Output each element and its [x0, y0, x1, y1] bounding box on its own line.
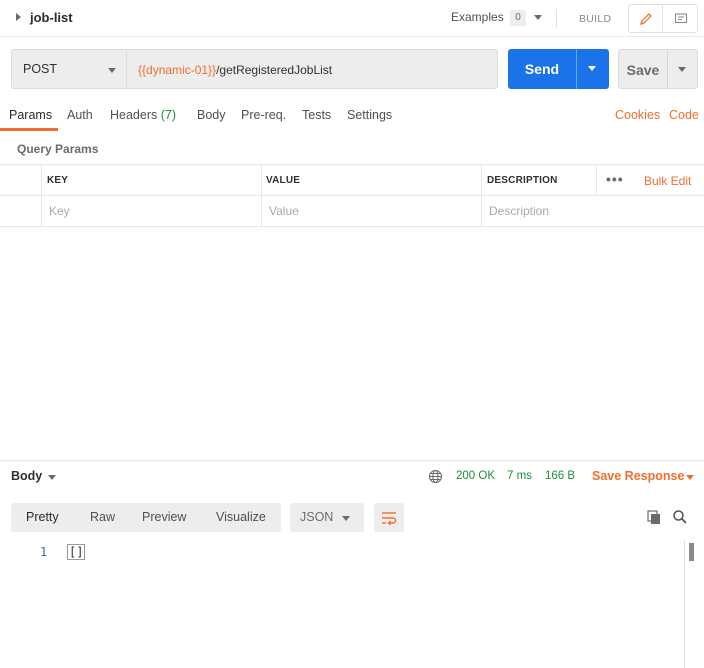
send-options-chevron-down-icon[interactable] — [588, 66, 596, 71]
divider — [556, 9, 557, 27]
column-divider — [596, 165, 597, 196]
response-size[interactable]: 166 B — [545, 470, 575, 482]
save-button[interactable]: Save — [618, 49, 698, 89]
response-time[interactable]: 7 ms — [507, 470, 532, 482]
response-divider[interactable] — [0, 460, 704, 461]
view-raw[interactable]: Raw — [90, 510, 115, 524]
tab-headers[interactable]: Headers (7) — [110, 108, 176, 122]
column-divider — [261, 165, 262, 227]
method-select[interactable]: POST — [11, 49, 127, 89]
tab-auth[interactable]: Auth — [67, 108, 93, 122]
params-table: KEY VALUE DESCRIPTION ••• Bulk Edit Key … — [0, 164, 704, 227]
cookies-link[interactable]: Cookies — [615, 108, 660, 122]
format-select[interactable]: JSON — [290, 503, 364, 532]
key-input[interactable]: Key — [49, 204, 70, 218]
column-divider — [41, 165, 42, 227]
query-params-title: Query Params — [17, 142, 99, 156]
column-header-key: KEY — [47, 175, 69, 186]
more-options-icon[interactable]: ••• — [606, 171, 624, 187]
table-header-row — [0, 165, 704, 196]
tab-tests[interactable]: Tests — [302, 108, 331, 122]
url-input[interactable]: {{dynamic-01}}/getRegisteredJobList — [126, 49, 498, 89]
view-visualize[interactable]: Visualize — [216, 510, 266, 524]
copy-icon[interactable] — [646, 509, 662, 525]
build-mode-label: BUILD — [579, 13, 612, 25]
response-body-dropdown[interactable]: Body — [11, 469, 42, 483]
format-chevron-down-icon — [342, 516, 350, 521]
response-body-chevron-down-icon[interactable] — [48, 475, 56, 480]
examples-count-badge: 0 — [510, 10, 526, 26]
tab-prereq[interactable]: Pre-req. — [241, 108, 286, 122]
send-button[interactable]: Send — [508, 49, 609, 89]
column-divider — [481, 165, 482, 227]
format-value: JSON — [300, 510, 334, 524]
description-input[interactable]: Description — [489, 204, 549, 218]
examples-chevron-down-icon[interactable] — [534, 15, 542, 20]
method-value: POST — [23, 62, 58, 76]
examples-dropdown-label[interactable]: Examples — [451, 10, 504, 24]
response-view-tabs: Pretty Raw Preview Visualize — [11, 503, 281, 532]
send-divider — [576, 49, 577, 89]
comments-mode-button[interactable] — [664, 5, 698, 32]
expand-caret-icon[interactable] — [16, 13, 21, 21]
line-number: 1 — [40, 545, 48, 559]
tab-body[interactable]: Body — [197, 108, 226, 122]
status-code[interactable]: 200 OK — [456, 470, 495, 482]
save-label: Save — [626, 62, 660, 78]
code-link[interactable]: Code — [669, 108, 699, 122]
scrollbar-thumb[interactable] — [689, 543, 694, 561]
request-header-bar: job-list Examples 0 BUILD — [0, 0, 704, 37]
value-input[interactable]: Value — [269, 204, 299, 218]
tab-settings[interactable]: Settings — [347, 108, 392, 122]
globe-icon[interactable] — [428, 469, 443, 484]
search-icon[interactable] — [672, 509, 688, 525]
save-options-chevron-down-icon[interactable] — [678, 67, 686, 72]
mode-toggle-group — [628, 4, 698, 33]
edit-mode-button[interactable] — [629, 5, 663, 32]
bulk-edit-link[interactable]: Bulk Edit — [644, 174, 691, 188]
save-response-chevron-down-icon[interactable] — [686, 475, 694, 480]
column-header-description: DESCRIPTION — [487, 175, 558, 186]
view-preview[interactable]: Preview — [142, 510, 186, 524]
save-response-button[interactable]: Save Response — [592, 469, 684, 483]
response-content[interactable]: [] — [67, 544, 86, 560]
tab-params[interactable]: Params — [9, 108, 52, 122]
tab-headers-label: Headers — [110, 108, 158, 122]
send-label: Send — [524, 61, 560, 77]
comment-icon — [674, 12, 688, 23]
active-tab-indicator — [0, 128, 58, 131]
view-pretty[interactable]: Pretty — [26, 510, 59, 524]
url-text: {{dynamic-01}}/getRegisteredJobList — [138, 63, 332, 77]
method-chevron-down-icon — [108, 68, 116, 73]
wrap-lines-button[interactable] — [374, 503, 404, 532]
request-name[interactable]: job-list — [30, 10, 73, 25]
url-variable: {{dynamic-01}} — [138, 63, 217, 77]
headers-count: (7) — [160, 108, 177, 122]
column-header-value: VALUE — [266, 175, 301, 186]
response-scrollbar[interactable] — [684, 540, 704, 668]
save-divider — [667, 50, 668, 88]
url-path: /getRegisteredJobList — [216, 63, 333, 77]
pencil-icon — [639, 12, 652, 25]
wrap-lines-icon — [382, 511, 397, 525]
